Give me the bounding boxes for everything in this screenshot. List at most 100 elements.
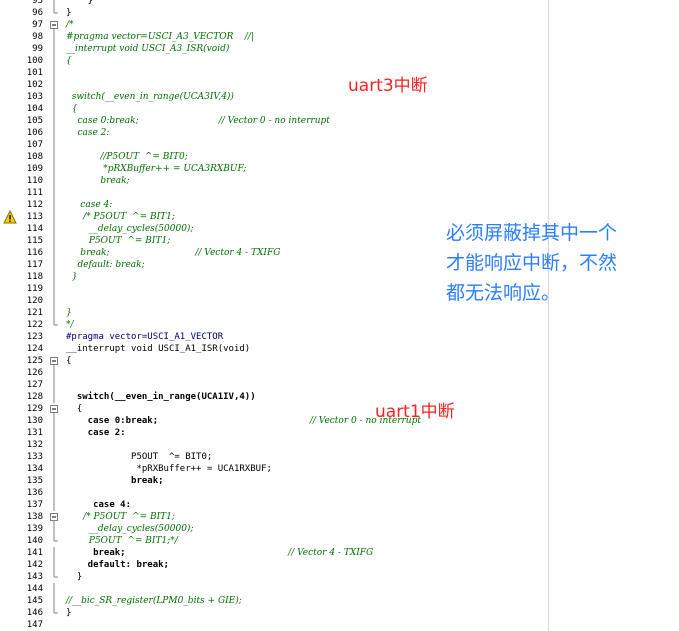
code-text[interactable]: __delay_cycles(50000); [66, 523, 194, 535]
code-line[interactable]: 110 break; [0, 175, 679, 187]
code-text[interactable]: } [66, 271, 78, 283]
code-text[interactable]: /* P5OUT ^= BIT1; [66, 211, 175, 223]
code-text[interactable]: break; [66, 475, 164, 487]
code-line[interactable]: 130 case 0:break; // Vector 0 - no inter… [0, 415, 679, 427]
code-line[interactable]: 138 /* P5OUT ^= BIT1; [0, 511, 679, 523]
code-line[interactable]: 112 case 4: [0, 199, 679, 211]
code-line[interactable]: 107 [0, 139, 679, 151]
code-line[interactable]: 125 { [0, 355, 679, 367]
code-line[interactable]: 106 case 2: [0, 127, 679, 139]
code-line[interactable]: 139 __delay_cycles(50000); [0, 523, 679, 535]
code-line[interactable]: 102 [0, 79, 679, 91]
code-line[interactable]: 147 [0, 619, 679, 631]
code-text[interactable]: case 2: [66, 127, 109, 139]
code-line[interactable]: 95 } [0, 0, 679, 7]
code-text[interactable]: case 4: [66, 499, 131, 511]
code-line[interactable]: 96} [0, 7, 679, 19]
fold-guide-line [53, 523, 55, 535]
code-text[interactable]: default: break; [66, 559, 169, 571]
code-line[interactable]: 99 __interrupt void USCI_A3_ISR(void) [0, 43, 679, 55]
code-text[interactable]: switch(__even_in_range(UCA3IV,4)) [66, 91, 234, 103]
code-line[interactable]: 100 { [0, 55, 679, 67]
line-number: 133 [26, 452, 43, 462]
code-text[interactable]: } [66, 571, 82, 583]
code-text[interactable]: __interrupt void USCI_A3_ISR(void) [66, 43, 229, 55]
line-number: 146 [26, 608, 43, 618]
code-line[interactable]: 135 break; [0, 475, 679, 487]
fold-toggle-icon[interactable] [50, 355, 58, 367]
line-number: 132 [26, 440, 43, 450]
code-editor[interactable]: 95 } 96} 97/* 98 #pragma vector=USCI_A3_VECT… [0, 0, 679, 631]
code-text[interactable]: default: break; [66, 259, 144, 271]
code-text[interactable]: { [66, 403, 82, 415]
code-text[interactable]: #pragma vector=USCI_A3_VECTOR //| [66, 31, 254, 43]
line-number: 118 [26, 272, 43, 282]
code-text[interactable]: P5OUT ^= BIT1;*/ [66, 535, 178, 547]
fold-guide-line [53, 223, 55, 235]
code-text[interactable]: break; // Vector 4 - TXIFG [66, 547, 373, 559]
code-line[interactable]: 133 P5OUT ^= BIT0; [0, 451, 679, 463]
code-line[interactable]: 123 #pragma vector=USCI_A1_VECTOR [0, 331, 679, 343]
warning-icon[interactable] [3, 210, 17, 224]
code-text[interactable]: //__bic_SR_register(LPM0_bits + GIE); [66, 595, 242, 607]
code-line[interactable]: 121} [0, 307, 679, 319]
code-line[interactable]: 124 __interrupt void USCI_A1_ISR(void) [0, 343, 679, 355]
code-line[interactable]: 109 *pRXBuffer++ = UCA3RXBUF; [0, 163, 679, 175]
code-line[interactable]: 108 //P5OUT ^= BIT0; [0, 151, 679, 163]
code-line[interactable]: 132 [0, 439, 679, 451]
code-text[interactable]: P5OUT ^= BIT0; [66, 451, 212, 463]
code-text[interactable]: case 0:break; // Vector 0 - no interrupt [66, 115, 329, 127]
code-line[interactable]: 140 P5OUT ^= BIT1;*/ [0, 535, 679, 547]
code-text[interactable]: /* [66, 19, 74, 31]
code-line[interactable]: 105 case 0:break; // Vector 0 - no inter… [0, 115, 679, 127]
code-line[interactable]: 131 case 2: [0, 427, 679, 439]
code-text[interactable]: } [66, 607, 71, 619]
code-line[interactable]: 136 [0, 487, 679, 499]
code-text[interactable]: #pragma vector=USCI_A1_VECTOR [66, 331, 223, 343]
fold-toggle-icon[interactable] [50, 403, 58, 415]
code-text[interactable]: { [66, 103, 78, 115]
code-line[interactable]: 128 switch(__even_in_range(UCA1IV,4)) [0, 391, 679, 403]
code-text[interactable]: } [66, 0, 93, 7]
code-line[interactable]: 144 [0, 583, 679, 595]
code-text[interactable]: *pRXBuffer++ = UCA1RXBUF; [66, 463, 271, 475]
code-text[interactable]: } [66, 307, 72, 319]
code-line[interactable]: 122 */ [0, 319, 679, 331]
code-text[interactable]: break; [66, 175, 129, 187]
code-text[interactable]: case 4: [66, 199, 112, 211]
code-line[interactable]: 143 } [0, 571, 679, 583]
code-line[interactable]: 145 //__bic_SR_register(LPM0_bits + GIE); [0, 595, 679, 607]
code-line[interactable]: 104 { [0, 103, 679, 115]
code-line[interactable]: 134 *pRXBuffer++ = UCA1RXBUF; [0, 463, 679, 475]
code-text[interactable]: { [66, 55, 72, 67]
code-text[interactable]: break; // Vector 4 - TXIFG [66, 247, 280, 259]
code-text[interactable]: case 2: [66, 427, 126, 439]
code-line[interactable]: 137 case 4: [0, 499, 679, 511]
code-line[interactable]: 146} [0, 607, 679, 619]
code-text[interactable]: //P5OUT ^= BIT0; [66, 151, 187, 163]
code-line[interactable]: 111 [0, 187, 679, 199]
code-line[interactable]: 101 [0, 67, 679, 79]
code-text[interactable]: switch(__even_in_range(UCA1IV,4)) [66, 391, 256, 403]
fold-guide-line [53, 451, 55, 463]
code-text[interactable]: P5OUT ^= BIT1; [66, 235, 170, 247]
fold-toggle-icon[interactable] [50, 19, 58, 31]
code-line[interactable]: 98 #pragma vector=USCI_A3_VECTOR //| [0, 31, 679, 43]
code-line[interactable]: 103 switch(__even_in_range(UCA3IV,4)) [0, 91, 679, 103]
code-text[interactable]: *pRXBuffer++ = UCA3RXBUF; [66, 163, 246, 175]
code-line[interactable]: 127 [0, 379, 679, 391]
code-line[interactable]: 142 default: break; [0, 559, 679, 571]
code-text[interactable]: __delay_cycles(50000); [66, 223, 194, 235]
code-line[interactable]: 97 /* [0, 19, 679, 31]
code-text[interactable]: { [66, 355, 71, 367]
code-line[interactable]: 129 { [0, 403, 679, 415]
code-text[interactable]: __interrupt void USCI_A1_ISR(void) [66, 343, 250, 355]
code-text[interactable]: } [66, 7, 71, 19]
line-number: 109 [26, 164, 43, 174]
code-text[interactable]: */ [66, 319, 74, 331]
fold-toggle-icon[interactable] [50, 511, 58, 523]
code-line[interactable]: 141 break; // Vector 4 - TXIFG [0, 547, 679, 559]
code-line[interactable]: 126 [0, 367, 679, 379]
code-text[interactable]: /* P5OUT ^= BIT1; [66, 511, 175, 523]
code-text[interactable]: case 0:break; // Vector 0 - no interrupt [66, 415, 421, 427]
